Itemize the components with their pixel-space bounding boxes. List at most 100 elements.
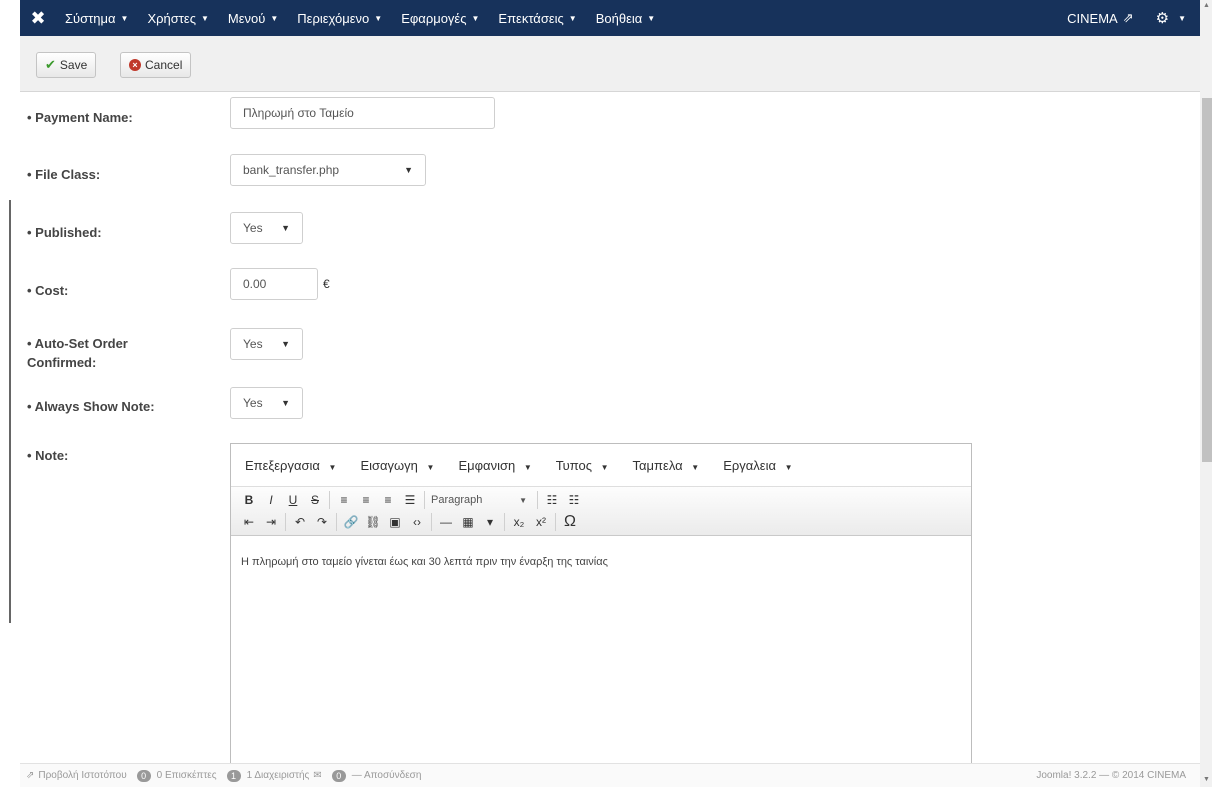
file-class-label: • File Class: <box>27 167 101 182</box>
caret-down-icon: ▼ <box>523 462 532 472</box>
code-icon[interactable]: ‹› <box>409 513 425 531</box>
strikethrough-icon[interactable]: S <box>307 491 323 509</box>
always-show-note-label: • Always Show Note: <box>27 399 155 414</box>
status-bar: ⇗ Προβολή Ιστοτόπου 0 0 Επισκέπτες 1 1 Δ… <box>20 763 1200 787</box>
caret-down-icon: ▼ <box>200 13 209 23</box>
menu-menus[interactable]: Μενού ▼ <box>219 0 288 36</box>
subscript-icon[interactable]: x₂ <box>511 513 527 531</box>
envelope-icon: ✉ <box>313 770 322 781</box>
visitors-label: 0 Επισκέπτες <box>156 770 217 781</box>
file-class-select[interactable]: bank_transfer.php ▼ <box>230 154 426 186</box>
special-character-icon[interactable]: Ω <box>562 513 578 531</box>
align-right-icon[interactable]: ≡ <box>380 491 396 509</box>
published-select[interactable]: Yes ▼ <box>230 212 303 244</box>
page-scrollbar[interactable]: ▲ ▼ <box>1200 0 1212 787</box>
image-icon[interactable]: ▣ <box>387 513 403 531</box>
editor-menu-table[interactable]: Ταμπελα ▼ <box>633 458 700 473</box>
redo-icon[interactable]: ↷ <box>314 513 330 531</box>
version-info: Joomla! 3.2.2 — © 2014 CINEMA <box>1036 770 1186 781</box>
cancel-button[interactable]: × Cancel <box>120 52 192 78</box>
menu-extensions[interactable]: Επεκτάσεις ▼ <box>489 0 586 36</box>
external-link-icon: ⇗ <box>1122 10 1134 25</box>
indent-icon[interactable]: ⇥ <box>263 513 279 531</box>
editor-menu-format[interactable]: Τυπος ▼ <box>556 458 609 473</box>
bold-icon[interactable]: B <box>241 491 257 509</box>
outdent-icon[interactable]: ⇤ <box>241 513 257 531</box>
caret-down-icon: ▼ <box>426 462 435 472</box>
align-left-icon[interactable]: ≡ <box>336 491 352 509</box>
align-center-icon[interactable]: ≡ <box>358 491 374 509</box>
gear-icon: ⚙ <box>1155 10 1170 27</box>
payment-name-label: • Payment Name: <box>27 110 133 125</box>
left-border-line <box>9 200 11 623</box>
editor-toolbars: B I U S ≡ ≡ ≡ ☰ Paragraph ▼ ☷ ☷ ⇤ ⇥ ↶ ↷ 🔗… <box>231 486 971 536</box>
caret-down-icon: ▼ <box>691 462 700 472</box>
numbered-list-icon[interactable]: ☷ <box>566 491 582 509</box>
undo-icon[interactable]: ↶ <box>292 513 308 531</box>
menu-users[interactable]: Χρήστες ▼ <box>138 0 218 36</box>
horizontal-rule-icon[interactable]: — <box>438 513 454 531</box>
menu-help[interactable]: Βοήθεια ▼ <box>587 0 665 36</box>
dropdown-arrow-icon: ▼ <box>519 495 527 505</box>
bullet-list-icon[interactable]: ☷ <box>544 491 560 509</box>
site-link[interactable]: CINEMA ⇗ <box>1053 10 1147 26</box>
settings-dropdown[interactable]: ⚙ ▼ <box>1148 9 1200 27</box>
joomla-logo-icon[interactable]: ✖ <box>20 0 56 36</box>
dropdown-arrow-icon: ▼ <box>404 165 413 175</box>
menu-components[interactable]: Εφαρμογές ▼ <box>392 0 489 36</box>
cost-input[interactable]: 0.00 <box>230 268 318 300</box>
toolbar-separator <box>336 513 337 531</box>
scroll-up-icon[interactable]: ▲ <box>1203 2 1210 9</box>
caret-down-icon: ▼ <box>647 13 656 23</box>
view-site-link[interactable]: Προβολή Ιστοτόπου <box>38 770 126 781</box>
messages-badge: 0 <box>331 769 346 782</box>
superscript-icon[interactable]: x² <box>533 513 549 531</box>
dropdown-arrow-icon: ▼ <box>281 223 290 233</box>
caret-down-icon: ▼ <box>784 462 793 472</box>
admins-label: 1 Διαχειριστής <box>246 770 310 781</box>
underline-icon[interactable]: U <box>285 491 301 509</box>
link-icon[interactable]: 🔗 <box>343 513 359 531</box>
editor-menu-insert[interactable]: Εισαγωγη ▼ <box>360 458 434 473</box>
table-icon[interactable]: ▦ <box>460 513 476 531</box>
caret-down-icon: ▼ <box>120 13 129 23</box>
scroll-thumb[interactable] <box>1202 98 1212 462</box>
always-show-note-select[interactable]: Yes ▼ <box>230 387 303 419</box>
editor-menubar: Επεξεργασια ▼ Εισαγωγη ▼ Εμφανιση ▼ Τυπο… <box>231 444 971 486</box>
editor-menu-tools[interactable]: Εργαλεια ▼ <box>723 458 792 473</box>
external-link-icon: ⇗ <box>26 770 35 781</box>
published-label: • Published: <box>27 225 102 240</box>
logout-link[interactable]: — Αποσύνδεση <box>352 770 422 781</box>
editor-content[interactable]: Η πληρωμή στο ταμείο γίνεται έως και 30 … <box>231 536 971 568</box>
save-button[interactable]: ✔ Save <box>36 52 97 78</box>
toolbar-separator <box>555 513 556 531</box>
toolbar-separator <box>431 513 432 531</box>
unlink-icon[interactable]: ⛓ <box>365 513 381 531</box>
main-menu: Σύστημα ▼ Χρήστες ▼ Μενού ▼ Περιεχόμενο ▼ Εφ… <box>56 0 665 36</box>
caret-down-icon: ▼ <box>1178 13 1186 23</box>
table-dropdown-icon[interactable]: ▾ <box>482 513 498 531</box>
italic-icon[interactable]: I <box>263 491 279 509</box>
admins-badge: 1 <box>226 769 241 782</box>
format-select[interactable]: Paragraph ▼ <box>431 494 531 506</box>
editor-menu-view[interactable]: Εμφανιση ▼ <box>458 458 531 473</box>
menu-system[interactable]: Σύστημα ▼ <box>56 0 138 36</box>
editor-toolbar-row-2: ⇤ ⇥ ↶ ↷ 🔗 ⛓ ▣ ‹› — ▦ ▾ x₂ x² Ω <box>241 511 971 533</box>
action-toolbar: ✔ Save × Cancel <box>20 36 1200 92</box>
toolbar-separator <box>537 491 538 509</box>
cancel-icon: × <box>129 59 141 71</box>
nav-right: CINEMA ⇗ ⚙ ▼ <box>1053 0 1200 36</box>
visitors-badge: 0 <box>136 769 151 782</box>
auto-set-select[interactable]: Yes ▼ <box>230 328 303 360</box>
cost-label: • Cost: <box>27 283 69 298</box>
payment-name-input[interactable]: Πληρωμή στο Ταμείο <box>230 97 495 129</box>
scroll-down-icon[interactable]: ▼ <box>1203 776 1210 783</box>
toolbar-separator <box>329 491 330 509</box>
caret-down-icon: ▼ <box>600 462 609 472</box>
caret-down-icon: ▼ <box>471 13 480 23</box>
menu-content[interactable]: Περιεχόμενο ▼ <box>288 0 392 36</box>
align-justify-icon[interactable]: ☰ <box>402 491 418 509</box>
editor-menu-edit[interactable]: Επεξεργασια ▼ <box>245 458 336 473</box>
dropdown-arrow-icon: ▼ <box>281 398 290 408</box>
toolbar-separator <box>504 513 505 531</box>
